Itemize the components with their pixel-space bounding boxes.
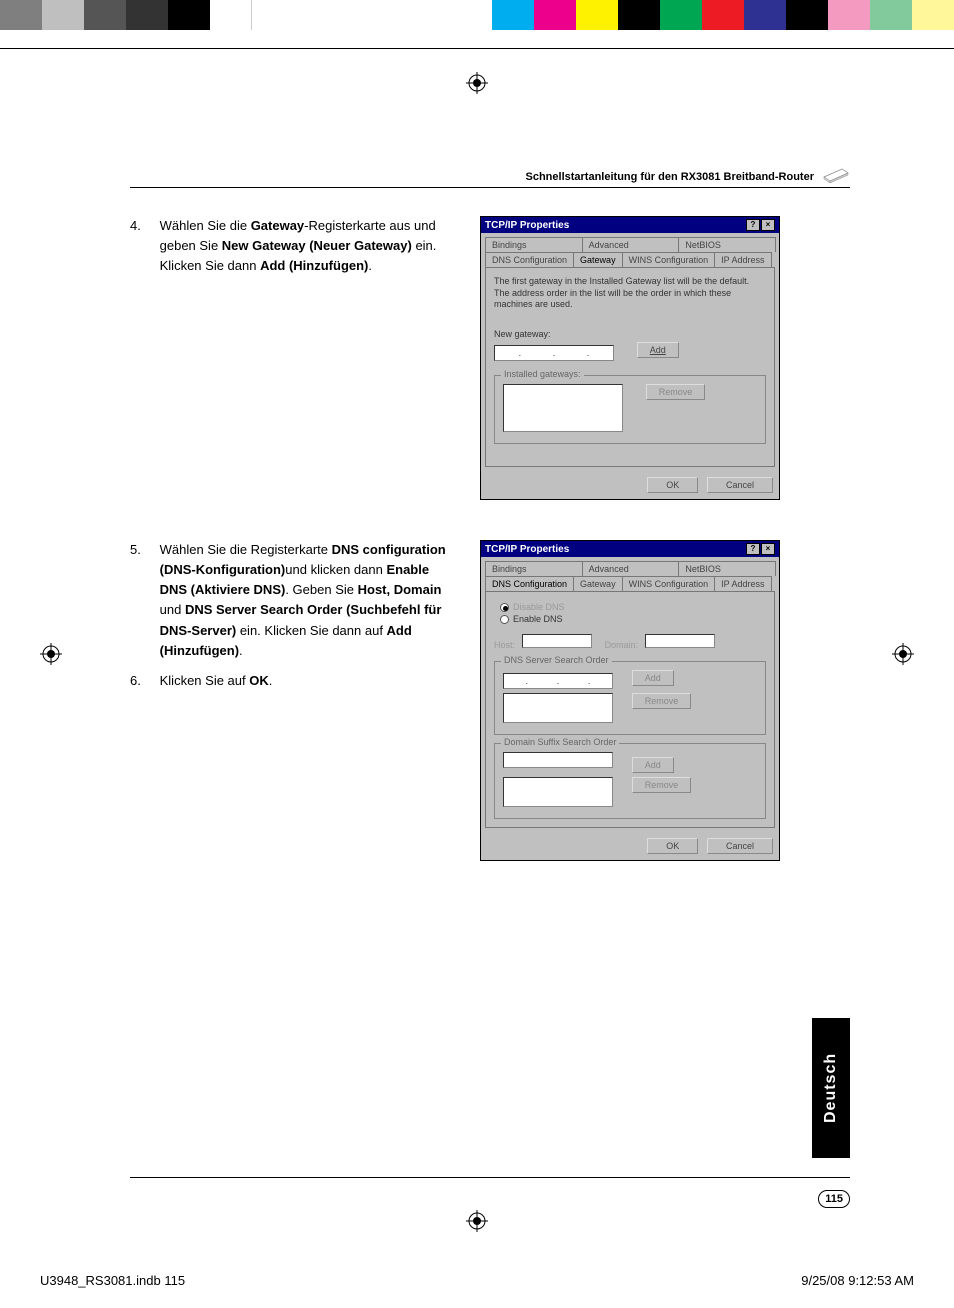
dialog-tabs: Bindings Advanced NetBIOS DNS Configurat… (481, 557, 779, 591)
step-4-row: 4. Wählen Sie die Gateway-Registerkarte … (130, 216, 850, 500)
router-icon (822, 165, 850, 183)
print-color-bar (0, 0, 954, 30)
colorbar-left (0, 0, 252, 30)
tab-ip-address[interactable]: IP Address (714, 252, 771, 267)
host-label: Host: (494, 640, 515, 650)
registration-mark-icon (892, 643, 914, 665)
tab-advanced[interactable]: Advanced (582, 561, 680, 576)
remove-button[interactable]: Remove (646, 384, 706, 400)
tab-advanced[interactable]: Advanced (582, 237, 680, 252)
step-5-6-text: 5. Wählen Sie die Registerkarte DNS conf… (130, 540, 460, 701)
tab-netbios[interactable]: NetBIOS (678, 237, 776, 252)
step-4-text: 4. Wählen Sie die Gateway-Registerkarte … (130, 216, 460, 286)
tab-gateway[interactable]: Gateway (573, 576, 623, 591)
dialog-tabs: Bindings Advanced NetBIOS DNS Configurat… (481, 233, 779, 267)
disable-dns-radio[interactable]: Disable DNS (500, 602, 766, 612)
step-5-row: 5. Wählen Sie die Registerkarte DNS conf… (130, 540, 850, 861)
domain-suffix-label: Domain Suffix Search Order (501, 737, 619, 747)
registration-mark-icon (466, 72, 488, 94)
tcpip-gateway-dialog: TCP/IP Properties ? × Bindings Advanced … (480, 216, 780, 500)
dialog-title: TCP/IP Properties (485, 544, 569, 555)
installed-gateways-list[interactable] (503, 384, 623, 432)
cancel-button[interactable]: Cancel (707, 477, 773, 493)
dialog-titlebar: TCP/IP Properties ? × (481, 541, 779, 557)
close-button[interactable]: × (761, 543, 775, 555)
dns-tab-pane: Disable DNS Enable DNS Host: Domain: DNS… (485, 591, 775, 828)
new-gateway-input[interactable]: ... (494, 345, 614, 361)
tab-dns-config[interactable]: DNS Configuration (485, 576, 574, 591)
dialog-title: TCP/IP Properties (485, 220, 569, 231)
page-content: Schnellstartanleitung für den RX3081 Bre… (130, 165, 850, 901)
tab-dns-config[interactable]: DNS Configuration (485, 252, 574, 267)
tab-ip-address[interactable]: IP Address (714, 576, 771, 591)
step-number: 4. (130, 216, 156, 236)
ok-button[interactable]: OK (647, 477, 698, 493)
enable-dns-radio[interactable]: Enable DNS (500, 614, 766, 624)
tab-wins-config[interactable]: WINS Configuration (622, 576, 716, 591)
dialog-titlebar: TCP/IP Properties ? × (481, 217, 779, 233)
tab-gateway[interactable]: Gateway (573, 252, 623, 267)
host-input[interactable] (522, 634, 592, 648)
print-file-info: U3948_RS3081.indb 115 (40, 1273, 185, 1288)
tab-bindings[interactable]: Bindings (485, 561, 583, 576)
tab-bindings[interactable]: Bindings (485, 237, 583, 252)
add-button[interactable]: Add (632, 670, 674, 686)
ok-button[interactable]: OK (647, 838, 698, 854)
colorbar-right (492, 0, 954, 30)
close-button[interactable]: × (761, 219, 775, 231)
dns-server-input[interactable]: ... (503, 673, 613, 689)
dialog-button-row: OK Cancel (481, 832, 779, 860)
tab-wins-config[interactable]: WINS Configuration (622, 252, 716, 267)
page-number: 115 (818, 1190, 850, 1208)
registration-mark-icon (466, 1210, 488, 1232)
domain-suffix-list[interactable] (503, 777, 613, 807)
gateway-tab-pane: The first gateway in the Installed Gatew… (485, 267, 775, 467)
domain-input[interactable] (645, 634, 715, 648)
domain-label: Domain: (605, 640, 639, 650)
page-header: Schnellstartanleitung für den RX3081 Bre… (130, 165, 850, 188)
add-button[interactable]: Add (632, 757, 674, 773)
footer-rule (130, 1177, 850, 1178)
language-tab: Deutsch (812, 1018, 850, 1158)
help-button[interactable]: ? (746, 219, 760, 231)
step-number: 5. (130, 540, 156, 560)
installed-gateways-label: Installed gateways: (501, 369, 584, 379)
registration-mark-icon (40, 643, 62, 665)
print-footer: U3948_RS3081.indb 115 9/25/08 9:12:53 AM (40, 1273, 914, 1288)
page-title: Schnellstartanleitung für den RX3081 Bre… (526, 171, 815, 183)
gateway-info-text: The first gateway in the Installed Gatew… (494, 276, 766, 311)
add-button[interactable]: Add (637, 342, 679, 358)
tcpip-dns-dialog: TCP/IP Properties ? × Bindings Advanced … (480, 540, 780, 861)
print-timestamp: 9/25/08 9:12:53 AM (801, 1273, 914, 1288)
dns-server-list[interactable] (503, 693, 613, 723)
cancel-button[interactable]: Cancel (707, 838, 773, 854)
step-number: 6. (130, 671, 156, 691)
remove-button[interactable]: Remove (632, 693, 692, 709)
tab-netbios[interactable]: NetBIOS (678, 561, 776, 576)
remove-button[interactable]: Remove (632, 777, 692, 793)
dns-search-order-label: DNS Server Search Order (501, 655, 612, 665)
dialog-button-row: OK Cancel (481, 471, 779, 499)
domain-suffix-input[interactable] (503, 752, 613, 768)
help-button[interactable]: ? (746, 543, 760, 555)
crop-line (0, 48, 954, 49)
new-gateway-label: New gateway: (494, 329, 766, 339)
